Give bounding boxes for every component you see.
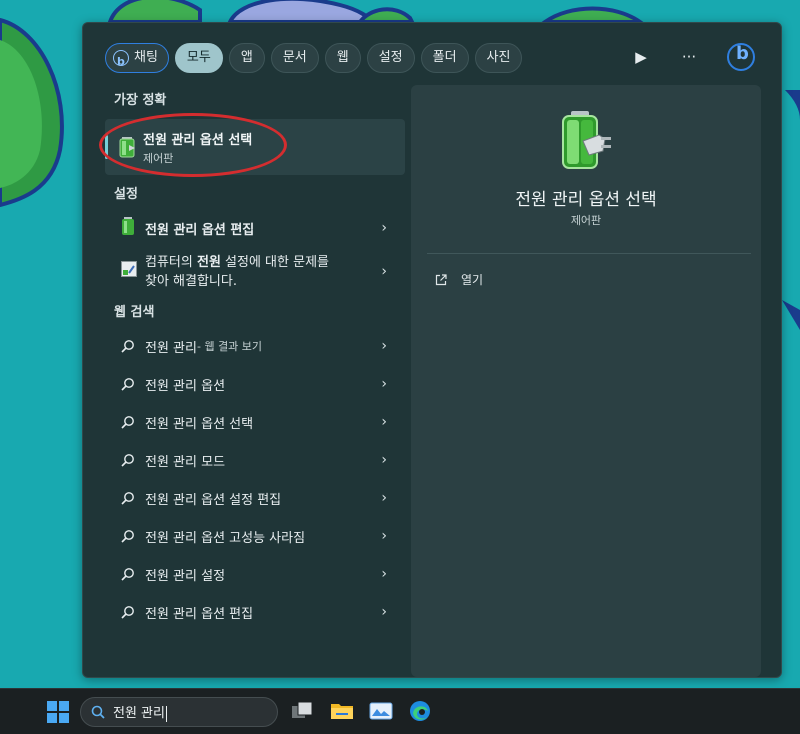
filter-label: 사진 [486, 50, 511, 65]
web-search-query: 전원 관리 옵션 편집 [145, 606, 254, 622]
taskbar-search-box[interactable]: 전원 관리 [80, 697, 278, 727]
web-search-query: 전원 관리 [145, 340, 197, 356]
filter-apps-button[interactable]: 앱 [228, 43, 265, 73]
web-search-heading: 웹 검색 [114, 305, 155, 320]
search-tools: ▶ ··· [631, 43, 755, 71]
troubleshooter-text: 설정에 대한 문제를 [220, 255, 329, 270]
chevron-right-icon[interactable]: › [381, 604, 387, 620]
web-search-item[interactable]: 전원 관리 옵션 선택 › [105, 403, 405, 441]
filter-photos-button[interactable]: 사진 [474, 43, 523, 73]
web-search-item[interactable]: 전원 관리 옵션 편집 › [105, 593, 405, 631]
filter-label: 설정 [378, 50, 403, 65]
search-icon [121, 340, 134, 353]
web-search-item[interactable]: 전원 관리 - 웹 결과 보기 › [105, 327, 405, 365]
open-action[interactable]: 열기 [435, 271, 483, 288]
search-icon [121, 454, 134, 467]
open-external-icon [435, 273, 447, 285]
chevron-right-icon[interactable]: › [381, 338, 387, 354]
chevron-right-icon[interactable]: › [381, 566, 387, 582]
taskbar: 전원 관리 [0, 688, 800, 734]
filter-label: 웹 [336, 50, 349, 65]
highlight-annotation-ring [99, 113, 287, 177]
chevron-right-icon[interactable]: › [381, 263, 387, 282]
troubleshoot-icon [121, 261, 137, 283]
filter-label: 문서 [282, 50, 307, 65]
text-cursor [165, 705, 167, 722]
web-search-item[interactable]: 전원 관리 옵션 고성능 사라짐 › [105, 517, 405, 555]
settings-item-label: 전원 관리 옵션 편집 [145, 222, 255, 238]
result-preview-pane: 전원 관리 옵션 선택 제어판 열기 [411, 85, 761, 677]
more-icon[interactable]: ··· [679, 48, 699, 66]
taskbar-search-input[interactable]: 전원 관리 [113, 706, 165, 721]
web-search-suffix: - 웹 결과 보기 [196, 340, 263, 353]
search-icon [121, 378, 134, 391]
search-icon [91, 705, 105, 719]
settings-item-edit-power-plan[interactable]: 전원 관리 옵션 편집 › [105, 209, 405, 247]
web-search-query: 전원 관리 옵션 고성능 사라짐 [145, 530, 306, 546]
filter-folders-button[interactable]: 폴더 [420, 43, 469, 73]
filter-all-button[interactable]: 모두 [174, 43, 223, 73]
open-label: 열기 [461, 273, 484, 287]
battery-power-icon [553, 109, 617, 177]
chevron-right-icon[interactable]: › [381, 528, 387, 544]
best-match-heading: 가장 정확 [114, 93, 167, 108]
results-list: 가장 정확 전원 관리 옵션 선택 제어판 설정 전원 관리 옵션 편집 › 컴… [99, 87, 405, 631]
web-search-query: 전원 관리 옵션 [145, 378, 226, 394]
preview-title: 전원 관리 옵션 선택 [515, 190, 657, 210]
search-icon [121, 606, 134, 619]
filter-web-button[interactable]: 웹 [324, 43, 361, 73]
bing-chat-icon [113, 48, 129, 76]
filter-documents-button[interactable]: 문서 [270, 43, 319, 73]
filter-label: 모두 [186, 50, 211, 65]
preview-type: 제어판 [570, 214, 602, 227]
chevron-right-icon[interactable]: › [381, 220, 387, 236]
web-search-item[interactable]: 전원 관리 옵션 설정 편집 › [105, 479, 405, 517]
best-match-result[interactable]: 전원 관리 옵션 선택 제어판 [99, 113, 405, 177]
web-search-query: 전원 관리 설정 [145, 568, 226, 584]
search-filter-bar: 채팅 모두 앱 문서 웹 설정 폴더 사진 [105, 43, 523, 76]
troubleshooter-text: 컴퓨터의 [145, 255, 197, 270]
search-icon [121, 568, 134, 581]
troubleshooter-text-line2: 찾아 해결합니다. [145, 274, 237, 289]
chevron-right-icon[interactable]: › [381, 414, 387, 430]
web-search-item[interactable]: 전원 관리 설정 › [105, 555, 405, 593]
photos-icon[interactable] [369, 699, 393, 727]
web-search-item[interactable]: 전원 관리 옵션 › [105, 365, 405, 403]
troubleshooter-bold: 전원 [196, 255, 221, 270]
search-icon [121, 530, 134, 543]
file-explorer-icon[interactable] [330, 699, 354, 727]
web-search-query: 전원 관리 모드 [145, 454, 226, 470]
filter-label: 채팅 [134, 50, 158, 65]
search-icon [121, 492, 134, 505]
search-icon [121, 416, 134, 429]
settings-item-power-troubleshooter[interactable]: 컴퓨터의 전원 설정에 대한 문제를 찾아 해결합니다. › [105, 247, 405, 297]
play-icon[interactable]: ▶ [631, 48, 651, 66]
chevron-right-icon[interactable]: › [381, 452, 387, 468]
filter-chat-button[interactable]: 채팅 [105, 43, 169, 76]
chevron-right-icon[interactable]: › [381, 376, 387, 392]
filter-label: 폴더 [432, 50, 457, 65]
web-search-query: 전원 관리 옵션 설정 편집 [145, 492, 282, 508]
bing-icon[interactable] [727, 43, 755, 71]
settings-heading: 설정 [114, 187, 138, 202]
web-search-item[interactable]: 전원 관리 모드 › [105, 441, 405, 479]
windows-start-icon[interactable] [47, 701, 69, 723]
task-view-icon[interactable] [290, 699, 314, 727]
filter-label: 앱 [240, 50, 253, 65]
battery-power-icon [121, 217, 135, 239]
search-panel: 채팅 모두 앱 문서 웹 설정 폴더 사진 ▶ ··· 가장 정확 [82, 22, 782, 678]
edge-icon[interactable] [408, 699, 432, 727]
preview-divider [427, 253, 751, 254]
web-search-query: 전원 관리 옵션 선택 [145, 416, 254, 432]
filter-settings-button[interactable]: 설정 [366, 43, 415, 73]
chevron-right-icon[interactable]: › [381, 490, 387, 506]
